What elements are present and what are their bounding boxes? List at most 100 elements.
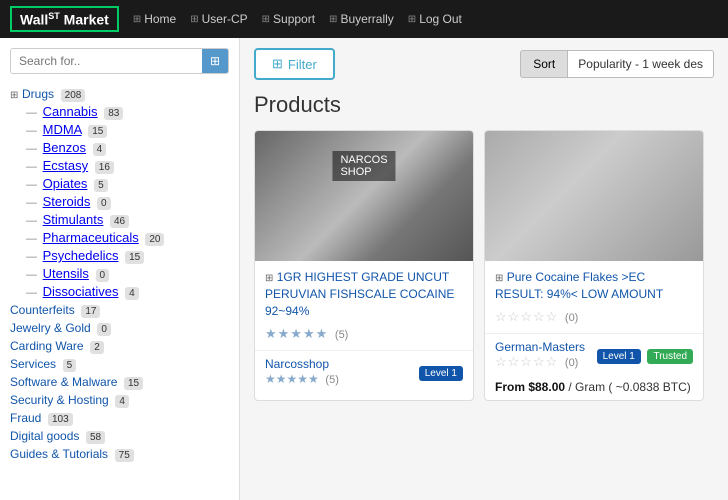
pharmaceuticals-count: 20	[145, 233, 164, 246]
psychedelics-count: 15	[125, 251, 144, 264]
product-body-2: ⊞ Pure Cocaine Flakes >EC RESULT: 94%< L…	[485, 261, 703, 333]
level-badge-2: Level 1	[597, 349, 641, 364]
steroids-count: 0	[97, 197, 111, 210]
sidebar-item-opiates[interactable]: Opiates 5	[26, 176, 229, 192]
sidebar-item-benzos[interactable]: Benzos 4	[26, 140, 229, 156]
sidebar-item-software[interactable]: Software & Malware 15	[10, 374, 229, 390]
opiates-count: 5	[94, 179, 108, 192]
trusted-badge-2: Trusted	[647, 349, 693, 364]
product-title-1[interactable]: ⊞ 1GR HIGHEST GRADE UNCUT PERUVIAN FISHS…	[265, 269, 463, 320]
logo-text: WallST Market	[20, 11, 109, 28]
opiates-link[interactable]: Opiates	[43, 176, 88, 191]
nav-buyerrally[interactable]: ⊞ Buyerrally	[329, 12, 394, 26]
sidebar-item-security[interactable]: Security & Hosting 4	[10, 392, 229, 408]
drugs-link[interactable]: Drugs	[22, 87, 54, 101]
mdma-count: 15	[88, 125, 107, 138]
sidebar-item-dissociatives[interactable]: Dissociatives 4	[26, 284, 229, 300]
nav-links: ⊞ Home ⊞ User-CP ⊞ Support ⊞ Buyerrally …	[133, 12, 462, 26]
sidebar-item-jewelry[interactable]: Jewelry & Gold 0	[10, 320, 229, 336]
filter-label: Filter	[288, 57, 317, 72]
services-link[interactable]: Services	[10, 357, 56, 371]
sidebar-item-steroids[interactable]: Steroids 0	[26, 194, 229, 210]
sidebar-item-drugs[interactable]: ⊞ Drugs 208	[10, 86, 229, 102]
sidebar-item-pharmaceuticals[interactable]: Pharmaceuticals 20	[26, 230, 229, 246]
carding-link[interactable]: Carding Ware	[10, 339, 84, 353]
product-footer-2: German-Masters ☆☆☆☆☆ (0) Level 1 Trusted	[485, 333, 703, 376]
product-card-1: NARCOSSHOP ⊞ 1GR HIGHEST GRADE UNCUT PER…	[254, 130, 474, 401]
nav-home[interactable]: ⊞ Home	[133, 12, 176, 26]
products-grid: NARCOSSHOP ⊞ 1GR HIGHEST GRADE UNCUT PER…	[254, 130, 714, 401]
sidebar-item-ecstasy[interactable]: Ecstasy 16	[26, 158, 229, 174]
nav-user-cp[interactable]: ⊞ User-CP	[190, 12, 247, 26]
sidebar-item-guides[interactable]: Guides & Tutorials 75	[10, 446, 229, 462]
product-badges-1: Level 1	[419, 364, 463, 379]
sidebar-item-cannabis[interactable]: Cannabis 83	[26, 104, 229, 120]
digital-link[interactable]: Digital goods	[10, 429, 79, 443]
sidebar-item-psychedelics[interactable]: Psychedelics 15	[26, 248, 229, 264]
pharmaceuticals-link[interactable]: Pharmaceuticals	[43, 230, 139, 245]
filter-button[interactable]: ⊞ Filter	[254, 48, 335, 80]
logo[interactable]: WallST Market	[10, 6, 119, 33]
nav-logout[interactable]: ⊞ Log Out	[408, 12, 462, 26]
sort-value[interactable]: Popularity - 1 week des	[568, 50, 714, 78]
search-input[interactable]	[11, 49, 202, 73]
level-badge-1: Level 1	[419, 366, 463, 381]
software-link[interactable]: Software & Malware	[10, 375, 117, 389]
stimulants-link[interactable]: Stimulants	[43, 212, 104, 227]
nav-user-cp-label: User-CP	[202, 12, 248, 26]
logo-superscript: ST	[48, 11, 60, 21]
product-rating-2: ☆☆☆☆☆ (0)	[495, 309, 693, 325]
support-icon: ⊞	[262, 14, 270, 25]
utensils-count: 0	[96, 269, 110, 282]
sidebar-item-carding[interactable]: Carding Ware 2	[10, 338, 229, 354]
sidebar-item-stimulants[interactable]: Stimulants 46	[26, 212, 229, 228]
sort-area: Sort Popularity - 1 week des	[520, 50, 714, 78]
sidebar-item-mdma[interactable]: MDMA 15	[26, 122, 229, 138]
counterfeits-link[interactable]: Counterfeits	[10, 303, 75, 317]
digital-count: 58	[86, 431, 105, 444]
vendor-name-2[interactable]: German-Masters	[495, 340, 585, 354]
product-image-1: NARCOSSHOP	[255, 131, 473, 261]
jewelry-count: 0	[97, 323, 111, 336]
cannabis-count: 83	[104, 107, 123, 120]
guides-link[interactable]: Guides & Tutorials	[10, 447, 108, 461]
jewelry-link[interactable]: Jewelry & Gold	[10, 321, 91, 335]
sidebar-item-fraud[interactable]: Fraud 103	[10, 410, 229, 426]
search-button[interactable]: ⊞	[202, 49, 228, 73]
product-card-2: ⊞ Pure Cocaine Flakes >EC RESULT: 94%< L…	[484, 130, 704, 401]
steroids-link[interactable]: Steroids	[43, 194, 91, 209]
vendor-name-1[interactable]: Narcosshop	[265, 357, 339, 371]
mdma-link[interactable]: MDMA	[43, 122, 82, 137]
sidebar-item-utensils[interactable]: Utensils 0	[26, 266, 229, 282]
stars-empty-2: ☆☆☆☆☆	[495, 309, 558, 324]
benzos-link[interactable]: Benzos	[43, 140, 86, 155]
vendor-rating-2: (0)	[565, 357, 578, 369]
drugs-icon: ⊞	[10, 90, 18, 101]
security-link[interactable]: Security & Hosting	[10, 393, 109, 407]
utensils-link[interactable]: Utensils	[43, 266, 89, 281]
ecstasy-link[interactable]: Ecstasy	[43, 158, 89, 173]
nav-support[interactable]: ⊞ Support	[262, 12, 315, 26]
psychedelics-link[interactable]: Psychedelics	[43, 248, 119, 263]
fraud-link[interactable]: Fraud	[10, 411, 41, 425]
sidebar-item-counterfeits[interactable]: Counterfeits 17	[10, 302, 229, 318]
product-title-2[interactable]: ⊞ Pure Cocaine Flakes >EC RESULT: 94%< L…	[495, 269, 693, 303]
drugs-count: 208	[61, 89, 86, 102]
sort-button[interactable]: Sort	[520, 50, 568, 78]
rating-count-1: (5)	[335, 329, 348, 341]
services-count: 5	[63, 359, 77, 372]
buyerrally-icon: ⊞	[329, 14, 337, 25]
sidebar-item-digital[interactable]: Digital goods 58	[10, 428, 229, 444]
benzos-count: 4	[93, 143, 107, 156]
cannabis-link[interactable]: Cannabis	[43, 104, 98, 119]
sidebar-item-services[interactable]: Services 5	[10, 356, 229, 372]
filter-icon: ⊞	[272, 56, 283, 72]
search-box: ⊞	[10, 48, 229, 74]
product-icon-1: ⊞	[265, 273, 273, 284]
guides-count: 75	[115, 449, 134, 462]
product-price-2: From $88.00 / Gram ( ~0.0838 BTC)	[485, 376, 703, 400]
nav-home-label: Home	[144, 12, 176, 26]
dissociatives-link[interactable]: Dissociatives	[43, 284, 119, 299]
vendor-stars-1: ★★★★★	[265, 372, 319, 386]
filter-sort-bar: ⊞ Filter Sort Popularity - 1 week des	[254, 48, 714, 80]
